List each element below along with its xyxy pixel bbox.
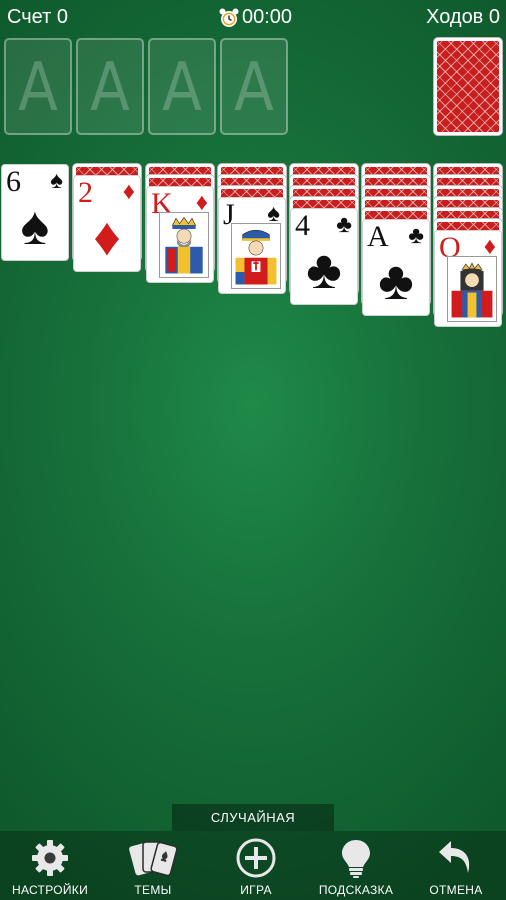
moves-label: Ходов 0 — [426, 6, 500, 28]
settings-label: НАСТРОЙКИ — [11, 883, 89, 897]
foundation-slot-4[interactable]: A — [220, 38, 288, 135]
hint-label: ПОДСКАЗКА — [318, 883, 394, 897]
lightbulb-icon — [342, 840, 370, 878]
undo-label: ОТМЕНА — [429, 883, 483, 897]
card-suit-small: ♠ — [50, 167, 63, 194]
themes-button[interactable]: ТЕМЫ — [103, 831, 203, 900]
card-rank: 6 — [6, 165, 21, 198]
card-rank: A — [367, 220, 389, 253]
top-bar: Счет 0 00:00 Ходов 0 — [0, 0, 506, 36]
score-label: Счет 0 — [7, 6, 68, 28]
tableau-top-card-7[interactable]: Q ♦ — [434, 230, 502, 327]
foundation-label: A — [162, 47, 202, 126]
card-rank: 2 — [78, 176, 93, 209]
themes-label: ТЕМЫ — [134, 883, 172, 897]
hint-button[interactable]: ПОДСКАЗКА — [306, 831, 406, 900]
undo-arrow-icon — [439, 841, 470, 873]
cards-icon — [129, 841, 178, 877]
timer: 00:00 — [218, 6, 292, 29]
card-suit-small: ♣ — [336, 211, 352, 238]
bottom-toolbar: НАСТРОЙКИ ТЕМЫ ИГРА ПОДСКАЗКА ОТМЕНА — [0, 831, 506, 900]
gear-icon — [32, 840, 68, 876]
settings-button[interactable]: НАСТРОЙКИ — [0, 831, 100, 900]
tableau-top-card-3[interactable]: K ♦ — [146, 186, 214, 283]
foundation-slot-2[interactable]: A — [76, 38, 144, 135]
foundation-slot-1[interactable]: A — [4, 38, 72, 135]
undo-button[interactable]: ОТМЕНА — [406, 831, 506, 900]
king-portrait — [159, 212, 209, 278]
plus-circle-icon — [236, 838, 276, 878]
stock-pile[interactable] — [434, 38, 502, 135]
card-suit-large: ♣ — [378, 251, 414, 311]
card-suit-small: ♣ — [408, 222, 424, 249]
queen-portrait — [447, 256, 497, 322]
tableau-top-card-4[interactable]: J ♠ — [218, 197, 286, 294]
foundation-label: A — [90, 47, 130, 126]
foundation-label: A — [234, 47, 274, 126]
card-rank: 4 — [295, 209, 310, 242]
card-suit-small: ♦ — [122, 178, 135, 205]
tableau-top-card-6[interactable]: A ♣ ♣ — [362, 219, 430, 316]
tableau-top-card-5[interactable]: 4 ♣ ♣ — [290, 208, 358, 305]
tableau-top-card-2[interactable]: 2 ♦ ♦ — [73, 175, 141, 272]
card-suit-large: ♦ — [93, 207, 121, 267]
new-game-label: ИГРА — [240, 883, 272, 897]
jack-portrait — [231, 223, 281, 289]
timer-value: 00:00 — [242, 6, 293, 28]
game-mode-tab[interactable]: СЛУЧАЙНАЯ — [172, 804, 334, 831]
foundation-slot-3[interactable]: A — [148, 38, 216, 135]
foundation-label: A — [18, 47, 58, 126]
new-game-button[interactable]: ИГРА — [206, 831, 306, 900]
card-suit-large: ♠ — [20, 196, 50, 256]
tableau-top-card-1[interactable]: 6 ♠ ♠ — [1, 164, 69, 261]
card-suit-large: ♣ — [306, 240, 342, 300]
alarm-clock-icon — [218, 7, 240, 29]
